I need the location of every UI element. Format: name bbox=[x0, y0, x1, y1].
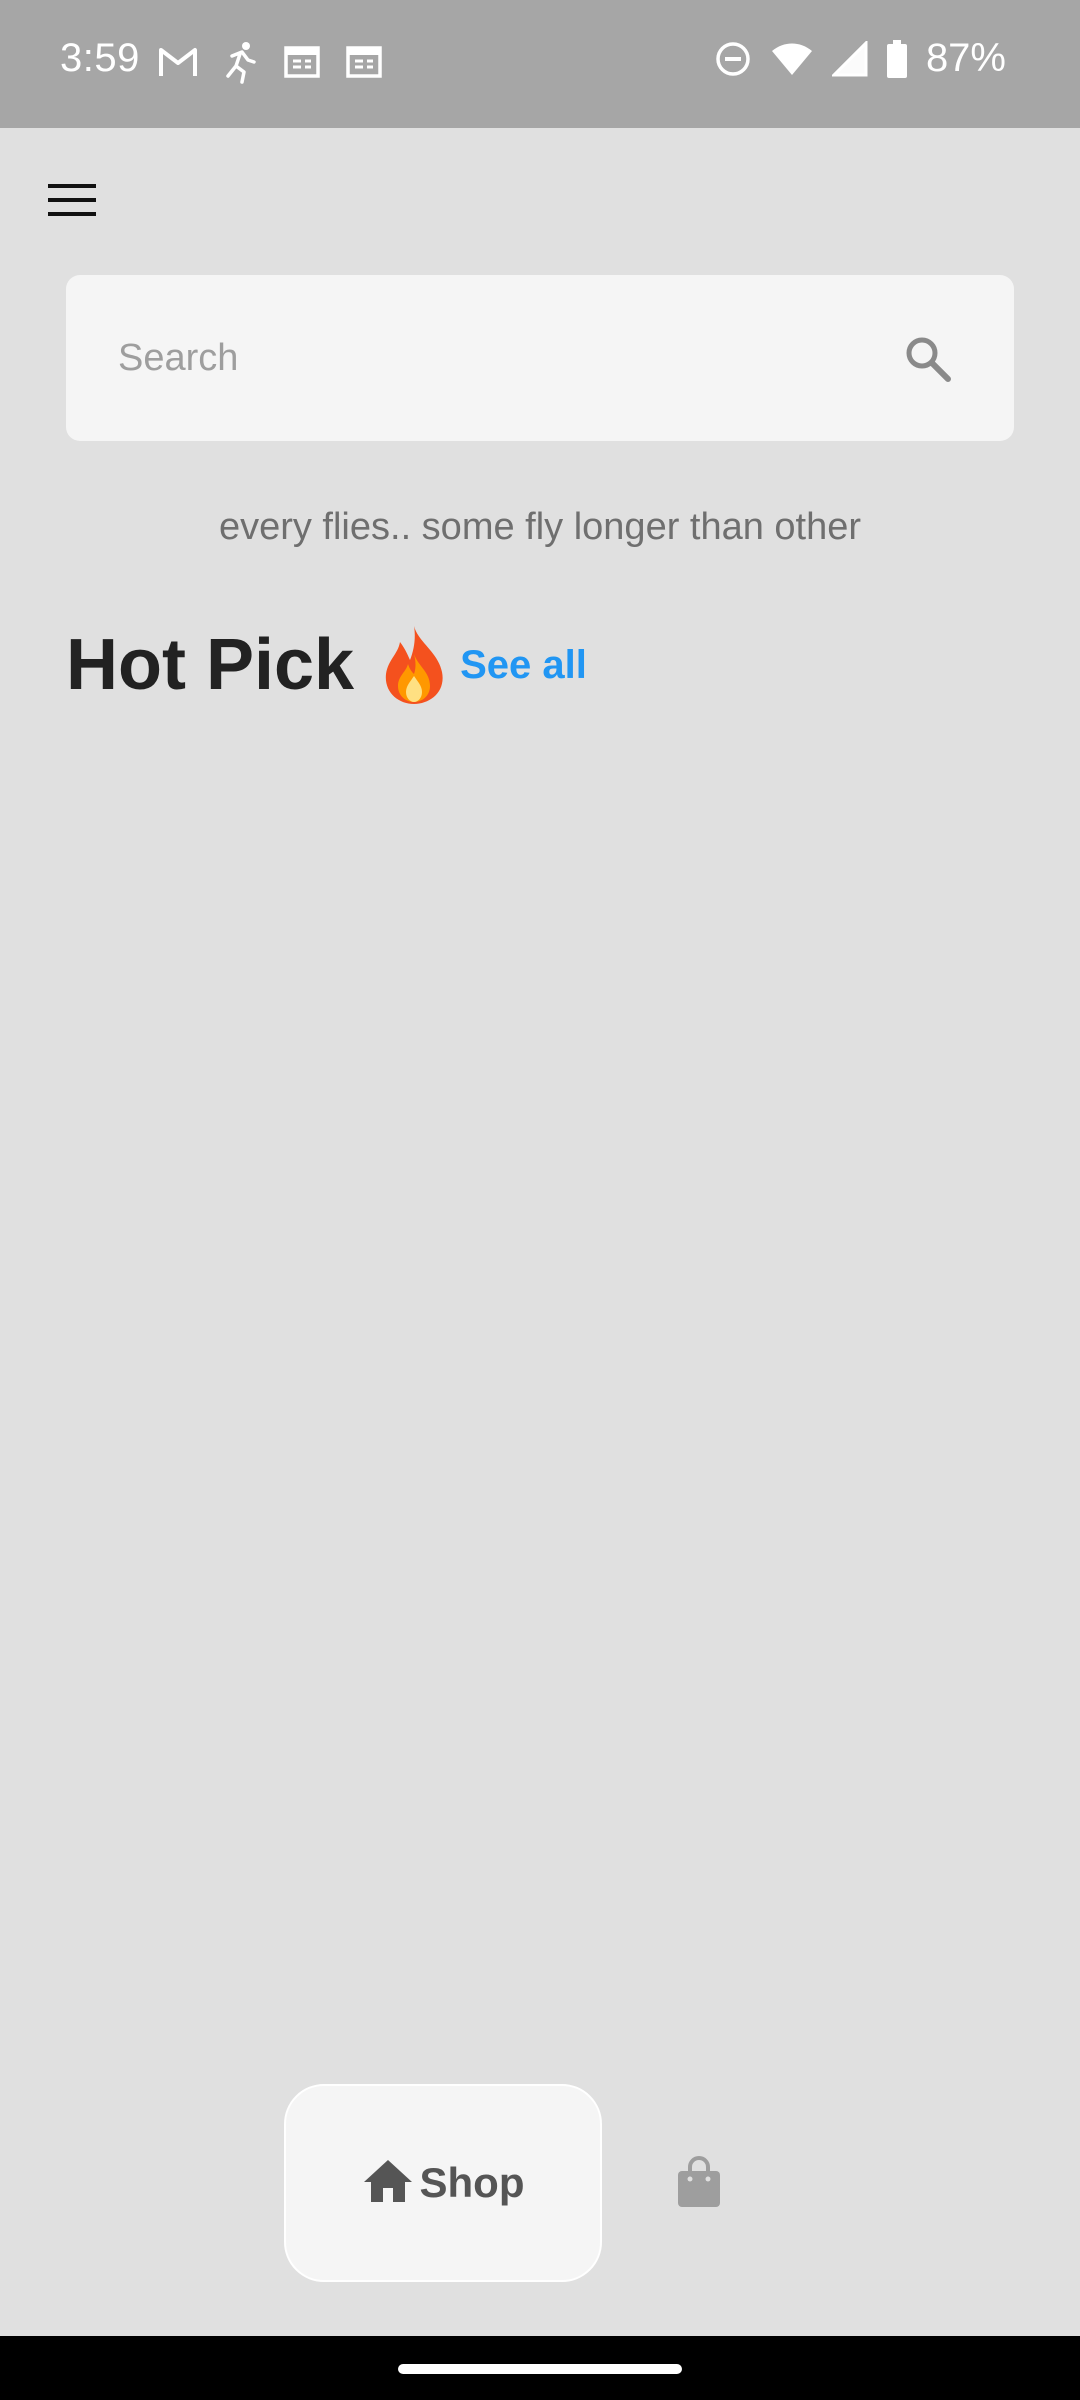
status-notification-icons bbox=[158, 40, 384, 84]
see-all-link[interactable]: See all bbox=[460, 643, 587, 688]
section-title: Hot Pick bbox=[66, 625, 355, 705]
search-input[interactable] bbox=[118, 325, 878, 391]
calendar-icon bbox=[282, 40, 322, 84]
hot-pick-header: Hot Pick See all bbox=[66, 620, 587, 710]
nav-shop-tab[interactable]: Shop bbox=[284, 2084, 602, 2282]
wifi-icon bbox=[770, 41, 814, 77]
running-icon bbox=[220, 40, 260, 84]
hamburger-menu-icon[interactable] bbox=[44, 174, 102, 226]
gmail-icon bbox=[158, 40, 198, 84]
signal-icon bbox=[831, 40, 868, 77]
status-bar: 3:59 87% bbox=[0, 0, 1080, 128]
fire-icon bbox=[380, 624, 448, 706]
tagline-text: every flies.. some fly longer than other bbox=[218, 506, 862, 548]
system-gesture-bar bbox=[0, 2336, 1080, 2400]
search-bar[interactable] bbox=[66, 275, 1014, 441]
shopping-bag-icon[interactable] bbox=[672, 2152, 726, 2212]
home-gesture-handle[interactable] bbox=[398, 2364, 682, 2374]
do-not-disturb-icon bbox=[714, 40, 752, 78]
status-system-icons: 87% bbox=[714, 36, 1006, 81]
home-icon bbox=[362, 2158, 414, 2209]
nav-shop-label: Shop bbox=[419, 2159, 525, 2206]
battery-icon bbox=[886, 39, 908, 78]
search-icon[interactable] bbox=[900, 331, 956, 387]
calendar-icon bbox=[344, 40, 384, 84]
app-screen: 3:59 87% Search every flies.. some fly l… bbox=[0, 0, 1080, 2400]
battery-percentage: 87% bbox=[925, 36, 1006, 80]
status-time: 3:59 bbox=[60, 36, 140, 80]
